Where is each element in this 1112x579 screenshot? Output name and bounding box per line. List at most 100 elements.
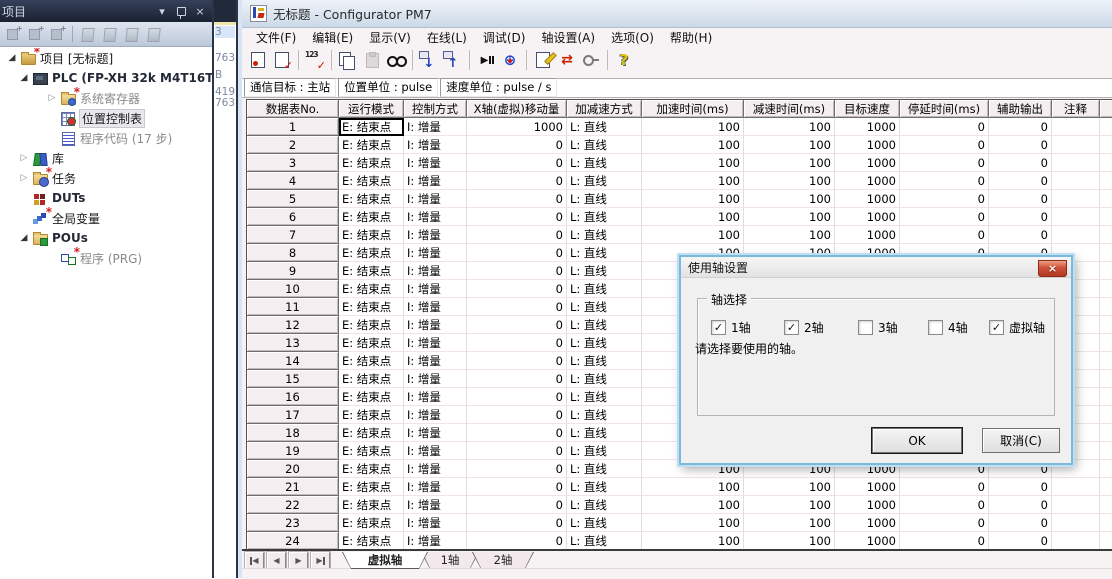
- table-cell[interactable]: 0: [467, 262, 567, 280]
- checkbox-4轴[interactable]: 4轴: [928, 319, 968, 336]
- table-cell[interactable]: I: 增量: [404, 298, 467, 316]
- table-cell[interactable]: [1100, 208, 1112, 226]
- table-cell[interactable]: 0: [989, 208, 1052, 226]
- table-cell[interactable]: 100: [642, 136, 744, 154]
- table-cell[interactable]: L: 直线: [567, 280, 642, 298]
- table-cell[interactable]: 0: [989, 190, 1052, 208]
- table-cell[interactable]: 1000: [835, 532, 900, 550]
- table-cell[interactable]: 100: [744, 478, 835, 496]
- row-header[interactable]: 7: [247, 226, 339, 244]
- table-cell[interactable]: [1100, 442, 1112, 460]
- upload-icon[interactable]: ↑: [441, 50, 465, 71]
- row-header[interactable]: 10: [247, 280, 339, 298]
- table-cell[interactable]: 0: [467, 478, 567, 496]
- dialog-close-button[interactable]: ×: [1038, 260, 1067, 277]
- table-cell[interactable]: 100: [744, 154, 835, 172]
- table-cell[interactable]: E: 结束点: [339, 280, 404, 298]
- table-cell[interactable]: 100: [642, 190, 744, 208]
- collapsed-arrow-icon[interactable]: ▷: [16, 153, 32, 163]
- tree-item-pous[interactable]: ◢ POUs: [0, 228, 212, 248]
- edit-icon[interactable]: [531, 50, 557, 71]
- table-cell[interactable]: [1100, 496, 1112, 514]
- table-cell[interactable]: I: 增量: [404, 118, 467, 136]
- table-cell[interactable]: 0: [467, 406, 567, 424]
- positioning-icon[interactable]: ⊕: [498, 50, 522, 71]
- table-cell[interactable]: [1052, 190, 1100, 208]
- panel-dropdown-icon[interactable]: ▾: [154, 4, 170, 19]
- table-cell[interactable]: I: 增量: [404, 388, 467, 406]
- table-cell[interactable]: E: 结束点: [339, 496, 404, 514]
- checkbox-1轴[interactable]: ✓ 1轴: [711, 319, 751, 336]
- table-cell[interactable]: 0: [989, 478, 1052, 496]
- menu-帮助H[interactable]: 帮助(H): [662, 28, 720, 47]
- row-header[interactable]: 1: [247, 118, 339, 136]
- table-cell[interactable]: 0: [467, 496, 567, 514]
- table-cell[interactable]: 100: [642, 226, 744, 244]
- table-cell[interactable]: L: 直线: [567, 388, 642, 406]
- table-cell[interactable]: [1052, 118, 1100, 136]
- table-cell[interactable]: L: 直线: [567, 226, 642, 244]
- table-cell[interactable]: 1000: [835, 118, 900, 136]
- table-cell[interactable]: E: 结束点: [339, 478, 404, 496]
- table-cell[interactable]: E: 结束点: [339, 226, 404, 244]
- table-cell[interactable]: 100: [744, 496, 835, 514]
- table-cell[interactable]: 100: [642, 496, 744, 514]
- table-cell[interactable]: L: 直线: [567, 334, 642, 352]
- table-cell[interactable]: E: 结束点: [339, 460, 404, 478]
- row-header[interactable]: 2: [247, 136, 339, 154]
- table-cell[interactable]: E: 结束点: [339, 154, 404, 172]
- nav-next-button[interactable]: ▶: [289, 552, 308, 569]
- table-cell[interactable]: 100: [744, 172, 835, 190]
- table-cell[interactable]: 0: [467, 244, 567, 262]
- verify-data-icon[interactable]: 123 ✓: [303, 50, 327, 72]
- table-cell[interactable]: [1100, 172, 1112, 190]
- checkbox-box[interactable]: ✓: [711, 320, 726, 335]
- table-cell[interactable]: I: 增量: [404, 352, 467, 370]
- table-cell[interactable]: I: 增量: [404, 172, 467, 190]
- table-cell[interactable]: L: 直线: [567, 118, 642, 136]
- table-cell[interactable]: 1000: [835, 514, 900, 532]
- table-cell[interactable]: E: 结束点: [339, 118, 404, 136]
- sheet-tab-1轴[interactable]: 1轴: [421, 552, 479, 569]
- add-component-icon[interactable]: +: [25, 25, 45, 42]
- table-cell[interactable]: [1100, 388, 1112, 406]
- table-cell[interactable]: L: 直线: [567, 370, 642, 388]
- table-cell[interactable]: 0: [467, 190, 567, 208]
- library-book-icon[interactable]: [144, 26, 164, 42]
- row-header[interactable]: 8: [247, 244, 339, 262]
- table-cell[interactable]: 1000: [835, 478, 900, 496]
- table-cell[interactable]: L: 直线: [567, 424, 642, 442]
- table-cell[interactable]: [1100, 532, 1112, 550]
- table-cell[interactable]: I: 增量: [404, 406, 467, 424]
- table-cell[interactable]: 1000: [835, 154, 900, 172]
- table-cell[interactable]: E: 结束点: [339, 298, 404, 316]
- table-cell[interactable]: E: 结束点: [339, 406, 404, 424]
- table-cell[interactable]: [1100, 136, 1112, 154]
- row-header[interactable]: 11: [247, 298, 339, 316]
- table-cell[interactable]: 0: [900, 208, 989, 226]
- panel-close-icon[interactable]: ×: [192, 4, 208, 19]
- library-book-icon[interactable]: [122, 26, 142, 42]
- table-cell[interactable]: 0: [900, 172, 989, 190]
- table-cell[interactable]: E: 结束点: [339, 262, 404, 280]
- expanded-arrow-icon[interactable]: ◢: [4, 53, 20, 63]
- table-cell[interactable]: L: 直线: [567, 496, 642, 514]
- table-cell[interactable]: 0: [467, 280, 567, 298]
- table-cell[interactable]: L: 直线: [567, 136, 642, 154]
- row-header[interactable]: 6: [247, 208, 339, 226]
- table-cell[interactable]: 1000: [835, 496, 900, 514]
- table-cell[interactable]: 0: [467, 226, 567, 244]
- table-cell[interactable]: 100: [744, 208, 835, 226]
- table-cell[interactable]: 100: [642, 532, 744, 550]
- collapsed-arrow-icon[interactable]: ▷: [16, 173, 32, 183]
- dialog-titlebar[interactable]: 使用轴设置: [681, 257, 1071, 278]
- download-icon[interactable]: ↓: [417, 50, 441, 71]
- table-cell[interactable]: E: 结束点: [339, 136, 404, 154]
- nav-first-button[interactable]: ◀: [245, 552, 264, 569]
- nav-last-button[interactable]: ▶: [311, 552, 330, 569]
- row-header[interactable]: 13: [247, 334, 339, 352]
- table-cell[interactable]: 0: [989, 118, 1052, 136]
- row-header[interactable]: 20: [247, 460, 339, 478]
- table-cell[interactable]: [1100, 352, 1112, 370]
- table-cell[interactable]: 0: [900, 532, 989, 550]
